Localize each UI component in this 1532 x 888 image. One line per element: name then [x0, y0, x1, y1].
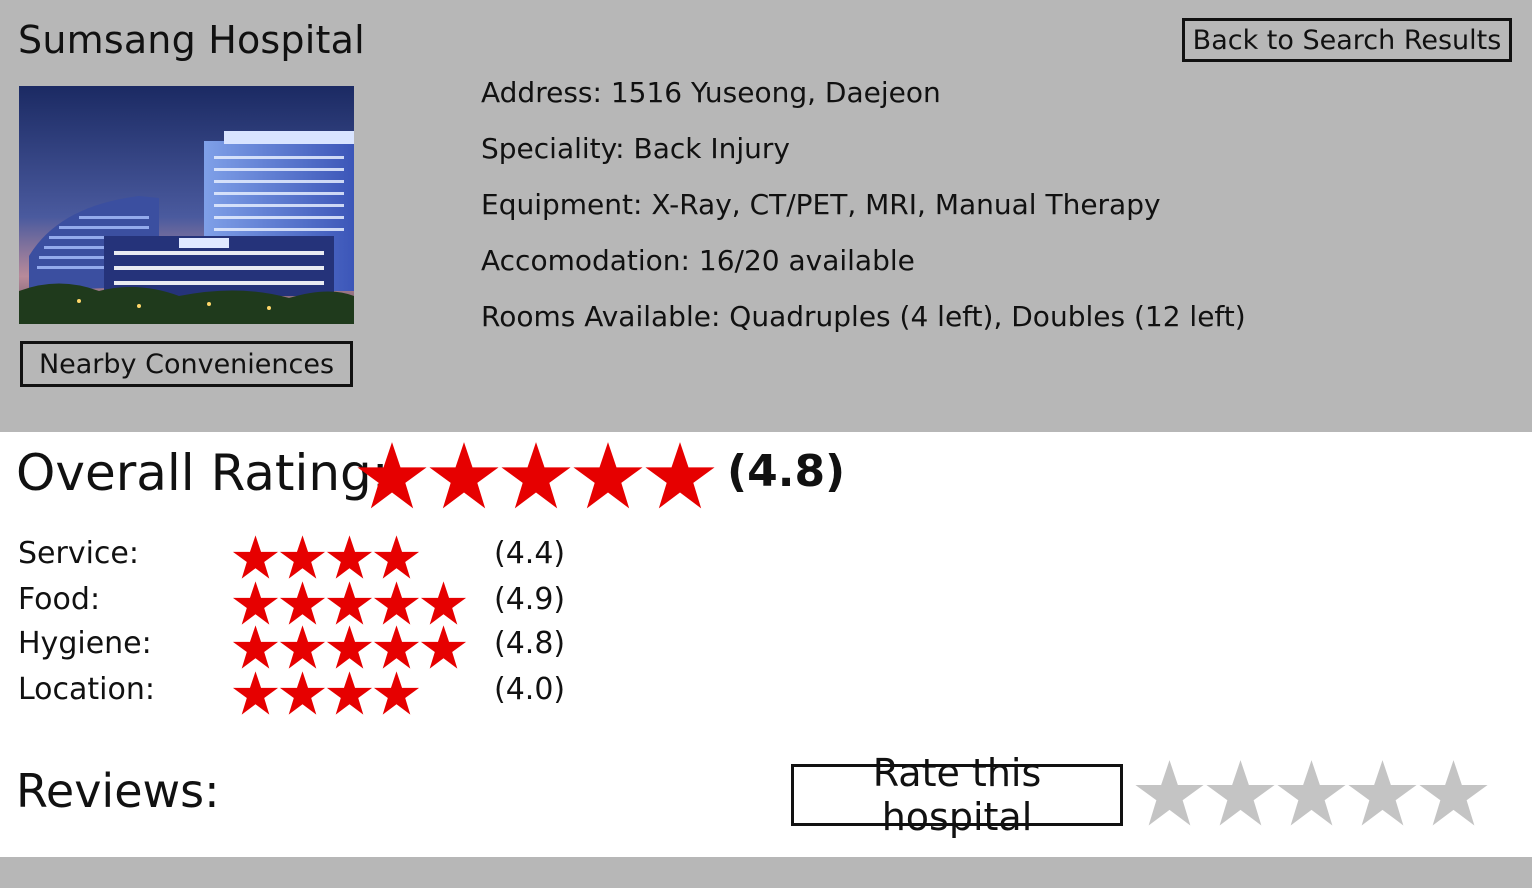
- star-empty-icon[interactable]: [1418, 758, 1489, 829]
- star-filled-icon: [279, 671, 326, 715]
- location-value: (4.0): [494, 672, 566, 707]
- rating-row-location: Location: (4.0): [0, 668, 700, 715]
- hygiene-value: (4.8): [494, 626, 566, 661]
- star-empty-icon[interactable]: [1205, 758, 1276, 829]
- food-stars: [232, 580, 467, 627]
- bottom-bar: [0, 857, 1532, 888]
- overall-rating-value: (4.8): [727, 446, 846, 497]
- food-label: Food:: [18, 582, 101, 617]
- star-filled-icon: [420, 625, 467, 669]
- star-filled-icon: [326, 581, 373, 625]
- rating-row-hygiene: Hygiene: (4.8): [0, 622, 700, 669]
- hygiene-label: Hygiene:: [18, 626, 152, 661]
- star-empty-icon[interactable]: [1276, 758, 1347, 829]
- star-filled-icon: [373, 625, 420, 669]
- star-empty-icon[interactable]: [1134, 758, 1205, 829]
- hospital-photo: [19, 86, 354, 324]
- star-filled-icon: [232, 581, 279, 625]
- address-text: Address: 1516 Yuseong, Daejeon: [481, 76, 941, 109]
- hygiene-stars: [232, 624, 467, 671]
- star-filled-icon: [279, 625, 326, 669]
- hospital-building-image: [19, 86, 354, 324]
- overall-rating-stars: [356, 440, 716, 512]
- service-value: (4.4): [494, 536, 566, 571]
- star-filled-icon: [326, 671, 373, 715]
- star-filled-icon: [357, 442, 427, 509]
- speciality-text: Speciality: Back Injury: [481, 132, 790, 165]
- star-filled-icon: [573, 442, 643, 509]
- location-stars: [232, 670, 420, 717]
- star-filled-icon: [501, 442, 571, 509]
- rating-row-food: Food: (4.9): [0, 578, 700, 625]
- overall-rating-label: Overall Rating:: [16, 444, 389, 502]
- hospital-info-panel: Sumsang Hospital Back to Search Results: [0, 0, 1532, 432]
- hospital-name: Sumsang Hospital: [18, 18, 365, 62]
- star-filled-icon: [279, 581, 326, 625]
- back-to-search-results-button[interactable]: Back to Search Results: [1182, 18, 1512, 62]
- food-value: (4.9): [494, 582, 566, 617]
- location-label: Location:: [18, 672, 155, 707]
- equipment-text: Equipment: X-Ray, CT/PET, MRI, Manual Th…: [481, 188, 1161, 221]
- star-filled-icon: [420, 581, 467, 625]
- star-filled-icon: [232, 625, 279, 669]
- rooms-available-text: Rooms Available: Quadruples (4 left), Do…: [481, 300, 1246, 333]
- star-filled-icon: [326, 535, 373, 579]
- star-filled-icon: [373, 535, 420, 579]
- star-filled-icon: [373, 671, 420, 715]
- hospital-details: Address: 1516 Yuseong, Daejeon Specialit…: [481, 74, 1246, 354]
- star-filled-icon: [429, 442, 499, 509]
- service-stars: [232, 534, 420, 581]
- rate-star-selector[interactable]: [1134, 758, 1489, 829]
- star-filled-icon: [373, 581, 420, 625]
- nearby-conveniences-button[interactable]: Nearby Conveniences: [20, 341, 353, 387]
- rate-this-hospital-button[interactable]: Rate this hospital: [791, 751, 1123, 839]
- star-filled-icon: [232, 671, 279, 715]
- accommodation-text: Accomodation: 16/20 available: [481, 244, 915, 277]
- star-empty-icon[interactable]: [1347, 758, 1418, 829]
- star-filled-icon: [232, 535, 279, 579]
- star-filled-icon: [326, 625, 373, 669]
- star-filled-icon: [645, 442, 715, 509]
- service-label: Service:: [18, 536, 139, 571]
- reviews-heading: Reviews:: [16, 764, 220, 818]
- star-filled-icon: [279, 535, 326, 579]
- rating-row-service: Service: (4.4): [0, 532, 700, 579]
